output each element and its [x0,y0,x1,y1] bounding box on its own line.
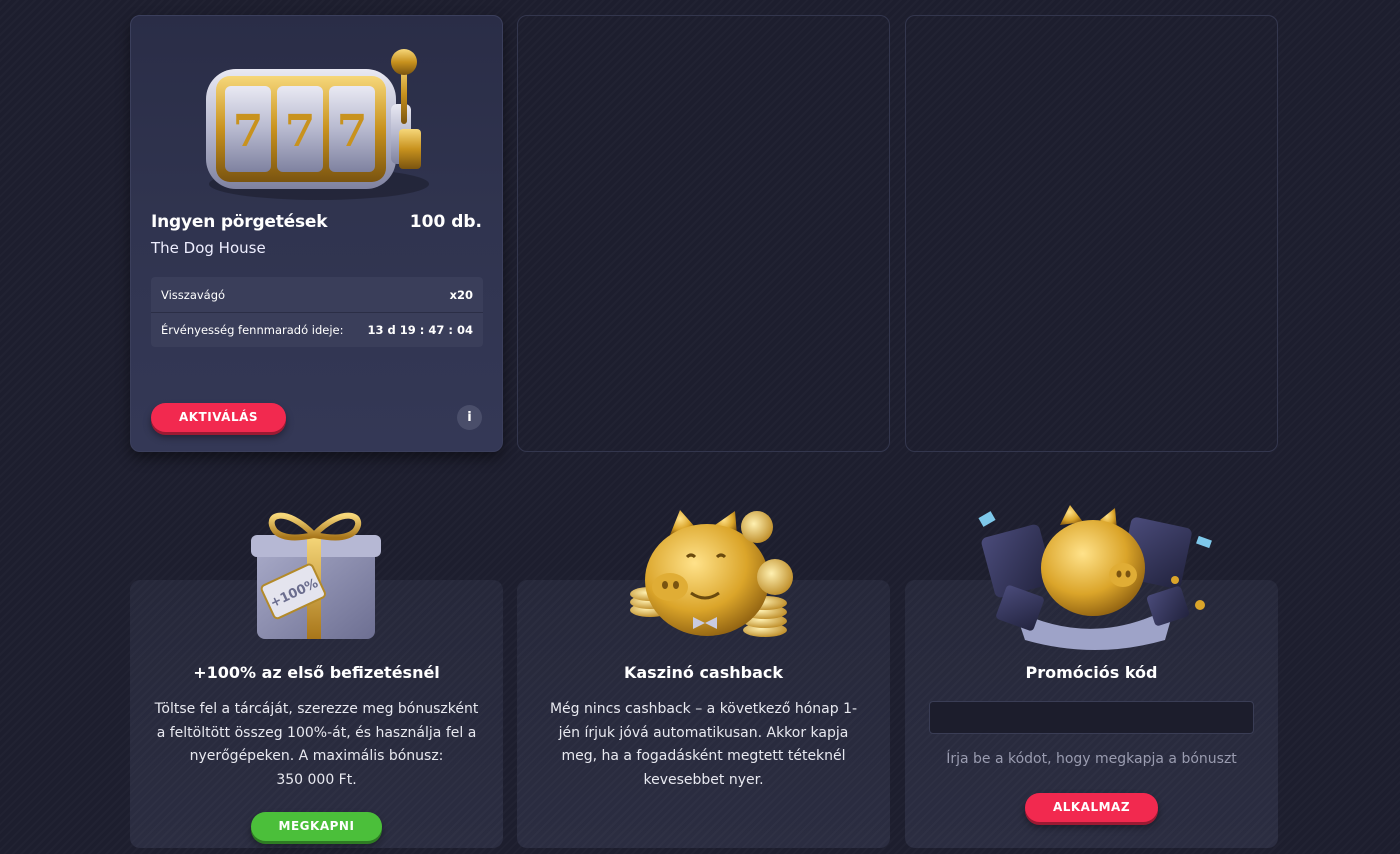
promo-code-input[interactable] [929,701,1254,734]
free-spins-title: Ingyen pörgetések [151,212,328,232]
deposit-bonus-title: +100% az első befizetésnél [193,663,440,682]
svg-text:7: 7 [233,106,264,157]
cashback-text-line: meg, ha a fogadásként megtett téteknél [561,748,846,764]
cashback-text-line: Még nincs cashback – a következő hónap 1… [549,701,858,717]
piggy-bank-icon [630,510,793,637]
wager-label: Visszavágó [161,287,226,302]
game-name: The Dog House [151,239,266,257]
promo-code-title: Promóciós kód [1025,663,1158,682]
empty-bonus-slot [517,15,890,452]
piggy-gifts-icon [978,505,1212,650]
wager-value: x20 [449,287,473,302]
gift-box-icon: +100% [251,512,381,639]
empty-bonus-slot [905,15,1278,452]
bonus-info-table: Visszavágó x20 Érvényesség fennmaradó id… [151,277,483,347]
free-spins-count: 100 db. [409,212,482,232]
cashback-text-line: jén írjuk jóvá automatikusan. Akkor kapj… [558,724,849,741]
activate-button[interactable]: AKTIVÁLÁS [151,403,286,432]
cashback-text: Még nincs cashback – a következő hónap 1… [535,698,872,792]
svg-text:7: 7 [285,106,316,157]
deposit-text-line: Töltse fel a tárcáját, szerezze meg bónu… [154,701,479,717]
slot-machine-icon: 7 7 7 [206,49,429,200]
validity-row: Érvényesség fennmaradó ideje: 13 d 19 : … [151,312,483,347]
apply-code-button[interactable]: ALKALMAZ [1025,793,1158,822]
get-bonus-button[interactable]: MEGKAPNI [251,812,382,841]
wager-row: Visszavágó x20 [151,277,483,312]
promo-code-hint: Írja be a kódot, hogy megkapja a bónuszt [946,751,1237,767]
deposit-text-line: 350 000 Ft. [276,771,357,788]
validity-countdown: 13 d 19 : 47 : 04 [367,323,473,337]
cashback-text-line: kevesebbet nyer. [643,771,764,788]
validity-label: Érvényesség fennmaradó ideje: [161,323,344,337]
deposit-text-line: a feltöltött összeg 100%-át, és használj… [156,724,477,741]
svg-text:7: 7 [337,106,368,157]
deposit-text-line: nyerőgépeken. A maximális bónusz: [189,748,444,764]
info-icon[interactable]: i [457,405,482,430]
free-spins-card: 7 7 7 Ingyen pörgetések 100 db. The Dog … [130,15,503,452]
deposit-bonus-text: Töltse fel a tárcáját, szerezze meg bónu… [148,698,485,792]
cashback-title: Kaszinó cashback [623,663,784,682]
